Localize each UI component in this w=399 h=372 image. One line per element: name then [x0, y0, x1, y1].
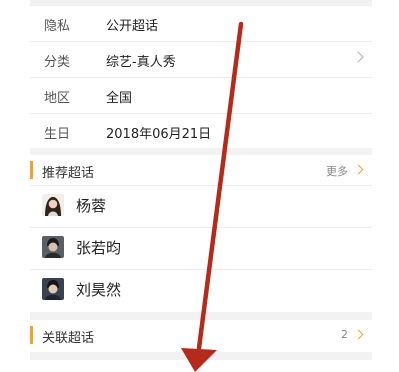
annotation-arrow: [181, 21, 244, 372]
arrow-shaft: [196, 21, 244, 351]
arrow-head: [181, 348, 217, 372]
